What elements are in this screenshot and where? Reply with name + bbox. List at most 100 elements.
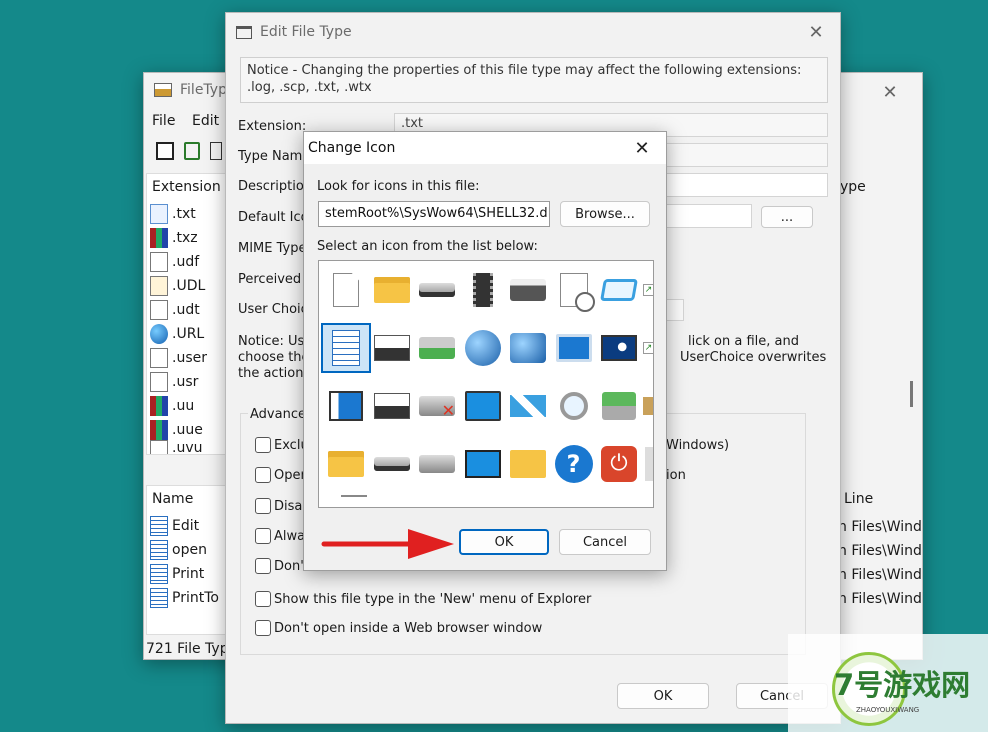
description-label: Description (238, 179, 313, 194)
close-icon[interactable]: ✕ (878, 81, 902, 103)
list-item[interactable]: .uue (150, 418, 203, 442)
monitor-icon[interactable] (460, 441, 506, 487)
open-label-right: ion (666, 468, 686, 483)
refresh-icon[interactable] (184, 142, 200, 160)
cd-drive-icon[interactable] (414, 441, 460, 487)
globe-monitor-icon[interactable] (460, 383, 506, 429)
scrollbar[interactable] (910, 381, 913, 407)
change-icon-ok-button[interactable]: OK (459, 529, 549, 555)
list-item[interactable]: .user (150, 346, 207, 370)
network-icon[interactable] (505, 383, 551, 429)
green-drive-icon[interactable] (414, 325, 460, 371)
moon-monitor-icon[interactable] (596, 325, 642, 371)
printer-icon[interactable] (505, 267, 551, 313)
list-item[interactable]: .usr (150, 370, 198, 394)
red-arrow-annotation (321, 529, 454, 559)
list-item[interactable]: .uu (150, 394, 194, 418)
package-icon[interactable] (642, 383, 653, 429)
shortcut-arrow-icon[interactable]: ↗ (642, 325, 653, 371)
close-icon[interactable]: ✕ (804, 21, 828, 43)
globe-icon[interactable] (460, 325, 506, 371)
open-checkbox[interactable] (255, 467, 271, 483)
help-icon[interactable]: ? (551, 441, 597, 487)
notice2-line3: the actions (238, 366, 311, 381)
folder-icon[interactable] (369, 267, 415, 313)
actions-name-header[interactable]: Name (152, 491, 193, 507)
disable-checkbox[interactable] (255, 498, 271, 514)
application-window-icon[interactable] (323, 383, 369, 429)
menu-file[interactable]: File (152, 113, 175, 129)
drive-icon[interactable] (414, 267, 460, 313)
list-item[interactable]: Edit (150, 514, 199, 538)
icon-file-path-input[interactable]: stemRoot%\SysWow64\SHELL32.dll (318, 201, 550, 227)
edit-ok-button[interactable]: OK (617, 683, 709, 709)
web-browser-checkbox[interactable] (255, 620, 271, 636)
removed-drive-icon[interactable]: ✕ (414, 383, 460, 429)
magnifier-icon[interactable] (551, 383, 597, 429)
icon-list[interactable]: ↗ ↗ ✕? ⏻ (318, 260, 654, 508)
toolbar (150, 139, 230, 167)
udl-file-icon (150, 276, 168, 296)
icon-grid: ↗ ↗ ✕? ⏻ (319, 261, 653, 493)
mime-type-label: MIME Type (238, 241, 307, 256)
power-icon[interactable]: ⏻ (596, 441, 642, 487)
extension-column-header[interactable]: Extension (152, 179, 221, 195)
type-column-header[interactable]: ype (840, 179, 866, 195)
device-icon[interactable] (642, 441, 654, 487)
text-document-icon[interactable] (321, 323, 371, 373)
action-icon (150, 516, 168, 536)
watermark-subtext: ZHAOYOUXIWANG (856, 706, 920, 714)
horizontal-scrollbar[interactable] (341, 495, 367, 497)
list-item[interactable]: open (150, 538, 207, 562)
control-panel-icon[interactable] (551, 325, 597, 371)
app-icon (154, 83, 172, 97)
always-checkbox[interactable] (255, 528, 271, 544)
exclude-checkbox[interactable] (255, 437, 271, 453)
list-item[interactable]: PrintTo (150, 586, 219, 610)
list-item[interactable]: .URL (150, 322, 204, 346)
notice-text: Notice - Changing the properties of this… (247, 63, 802, 95)
floppy-drive-icon[interactable] (369, 383, 415, 429)
grid-folder-icon[interactable] (505, 441, 551, 487)
clock-document-icon[interactable] (551, 267, 597, 313)
file-icon (150, 300, 168, 320)
watermark-text: 7号游戏网 (834, 668, 971, 702)
command-4: n Files\Wind (838, 591, 922, 607)
copy-icon[interactable] (210, 142, 222, 160)
list-item[interactable]: .UDL (150, 274, 205, 298)
default-icon-browse-button[interactable]: ... (761, 206, 813, 228)
perceived-type-label: Perceived T (238, 272, 314, 287)
archive-icon (150, 396, 168, 416)
list-item[interactable]: .uvu (150, 440, 202, 454)
list-item[interactable]: .txt (150, 202, 196, 226)
list-item[interactable]: .udf (150, 250, 199, 274)
network-globe-icon[interactable] (505, 325, 551, 371)
folder-icon[interactable] (323, 441, 369, 487)
command-line-header[interactable]: Line (844, 491, 873, 507)
floppy-drive-icon[interactable] (369, 325, 415, 371)
list-item[interactable]: Print (150, 562, 204, 586)
command-3: n Files\Wind (838, 567, 922, 583)
chip-icon[interactable] (460, 267, 506, 313)
shortcut-arrow-icon[interactable]: ↗ (642, 267, 653, 313)
notice2-line1: Notice: Use (238, 334, 313, 349)
file-icon (150, 252, 168, 272)
menu-edit[interactable]: Edit (192, 113, 219, 129)
blank-page-icon[interactable] (323, 267, 369, 313)
browse-button[interactable]: Browse... (560, 201, 650, 227)
green-arrow-drive-icon[interactable] (596, 383, 642, 429)
file-icon (150, 372, 168, 392)
command-1: n Files\Wind (838, 519, 922, 535)
notice2-line2: choose the (238, 350, 310, 365)
list-item[interactable]: .udt (150, 298, 200, 322)
change-icon-cancel-button[interactable]: Cancel (559, 529, 651, 555)
type-name-label: Type Name (238, 149, 311, 164)
window-icon[interactable] (596, 267, 642, 313)
command-2: n Files\Wind (838, 543, 922, 559)
new-menu-checkbox[interactable] (255, 591, 271, 607)
drive-icon[interactable] (369, 441, 415, 487)
list-item[interactable]: .txz (150, 226, 198, 250)
dont-recent-checkbox[interactable] (255, 558, 271, 574)
close-icon[interactable]: ✕ (630, 137, 654, 159)
save-icon[interactable] (156, 142, 174, 160)
